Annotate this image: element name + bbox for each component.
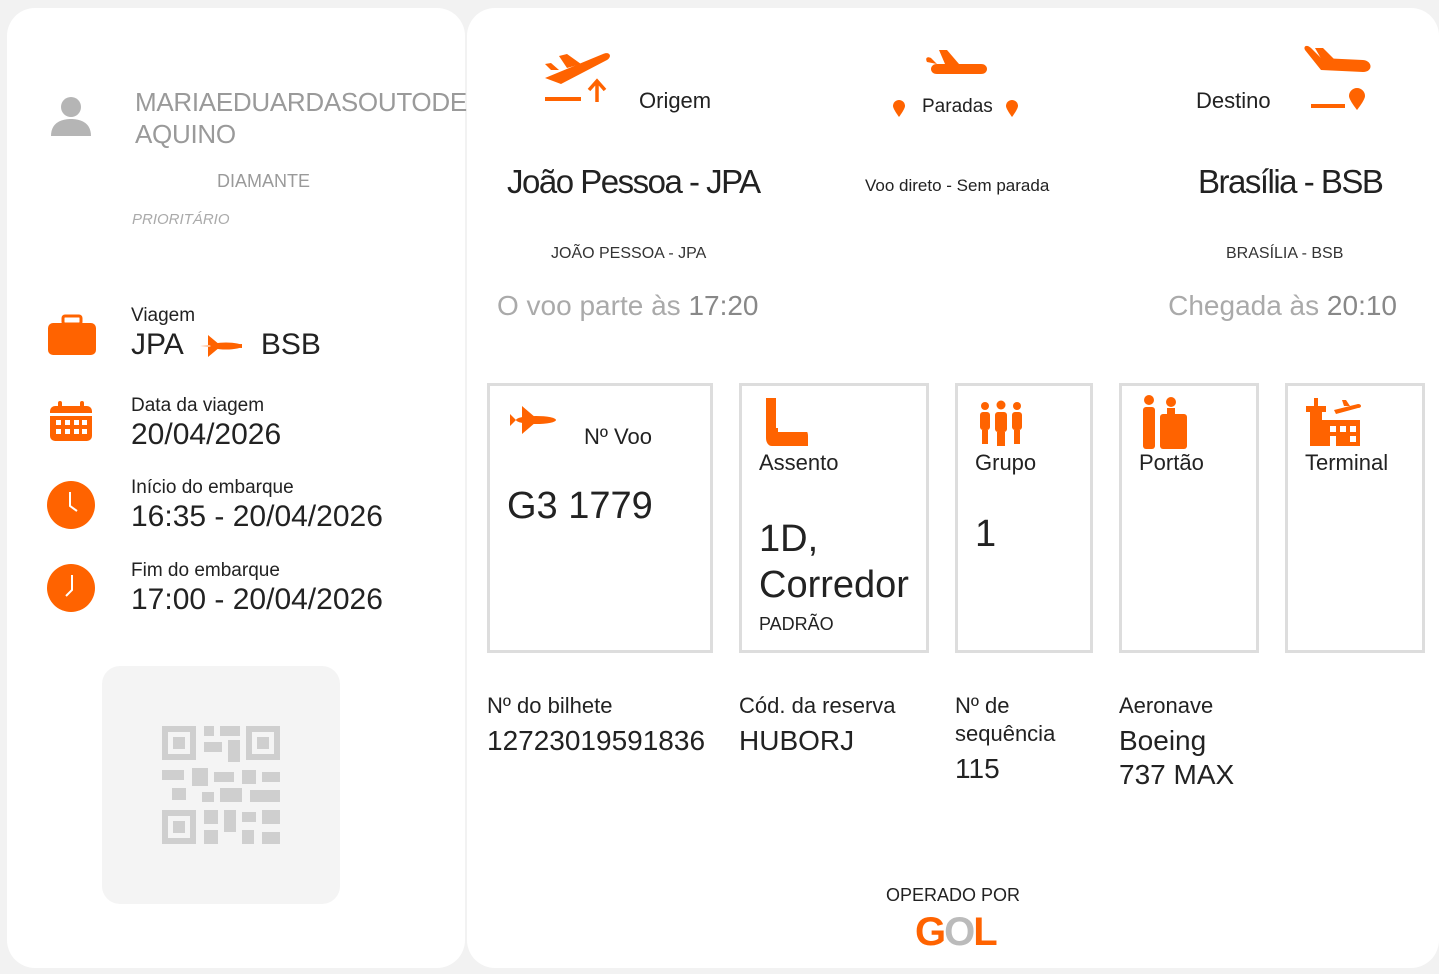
route-card: Origem Paradas Destino João Pessoa - JPA… [467,8,1439,288]
terminal-icon [1306,398,1361,446]
group-value: 1 [975,513,997,555]
boarding-end-value: 17:00 - 20/04/2026 [131,583,383,616]
group-box: Grupo 1 [955,383,1093,653]
qr-code-icon [162,726,280,844]
flight-number-box: Nº Voo G3 1779 [487,383,713,653]
trip-from: JPA [131,328,183,361]
seat-icon [766,398,808,446]
seat-label: Assento [759,450,839,475]
arrival-time-value: 20:10 [1326,290,1397,321]
trip-to: BSB [260,328,321,361]
passenger-name: MARIAEDUARDASOUTODE AQUINO [135,87,467,149]
ticket-value: 12723019591836 [487,725,706,756]
clock-icon [47,564,95,612]
reservation-value: HUBORJ [739,725,855,756]
boarding-start-value: 16:35 - 20/04/2026 [131,500,383,533]
gate-label: Portão [1139,450,1204,475]
sequence-value: 115 [955,753,1000,784]
aircraft-label: Aeronave [1119,693,1214,718]
pin-icon [1006,100,1018,117]
boarding-end-label: Fim do embarque [131,560,280,581]
passenger-card: MARIAEDUARDASOUTODE AQUINO DIAMANTE PRIO… [7,8,467,288]
passenger-tier: DIAMANTE [217,171,311,191]
group-label: Grupo [975,450,1037,475]
departure-time-value: 17:20 [688,290,759,321]
origin-city: João Pessoa - JPA [507,163,761,200]
seat-box: Assento 1D, Corredor PADRÃO [739,383,929,653]
flight-details-card: O voo parte às 17:20 Chegada às 20:10 Nº… [467,288,1439,968]
destination-subtitle: BRASÍLIA - BSB [1226,245,1344,262]
destination-label: Destino [1196,88,1271,113]
operated-by: OPERADO POR [885,885,1021,905]
reservation-label: Cód. da reserva [739,693,896,718]
plane-icon [200,335,243,358]
gate-box: Portão [1119,383,1259,653]
calendar-icon [50,401,92,441]
sequence-label: Nº de sequência [955,693,1056,746]
pin-icon [893,100,905,117]
origin-label: Origem [639,88,712,113]
terminal-box: Terminal [1285,383,1425,653]
clock-icon [47,481,95,529]
date-label: Data da viagem [131,395,265,416]
user-icon [51,97,91,136]
suitcase-icon [48,314,96,355]
stops-text: Voo direto - Sem parada [865,176,1050,195]
qr-code [102,666,340,904]
gate-icon [1143,395,1187,449]
trip-info-card: Viagem JPA BSB Data da viagem 20/04/2026… [7,288,465,968]
origin-subtitle: JOÃO PESSOA - JPA [551,245,707,262]
flight-number-label: Nº Voo [584,424,652,449]
boarding-start-label: Início do embarque [131,477,294,498]
destination-city: Brasília - BSB [1198,163,1384,200]
seat-class: PADRÃO [759,614,834,634]
flight-number-value: G3 1779 [507,485,653,527]
arrival-prefix: Chegada às [1168,290,1320,321]
trip-date: 20/04/2026 [131,418,282,451]
plane-cruise-icon [926,50,987,74]
gol-logo: GOL [915,910,998,954]
seat-value: 1D, Corredor [759,518,909,606]
trip-label: Viagem [131,305,196,326]
stops-label: Paradas [922,96,993,117]
departure-prefix: O voo parte às [497,290,681,321]
arrival-time: Chegada às 20:10 [1168,290,1397,322]
terminal-label: Terminal [1305,450,1389,475]
plane-icon [510,406,556,434]
departure-time: O voo parte às 17:20 [497,290,759,322]
aircraft-value: Boeing 737 MAX [1119,725,1235,790]
priority-badge: PRIORITÁRIO [132,211,230,228]
trip-route: JPA BSB [131,328,321,362]
takeoff-icon [545,53,610,102]
group-icon [980,400,1022,446]
ticket-label: Nº do bilhete [487,693,613,718]
landing-icon [1304,45,1371,110]
